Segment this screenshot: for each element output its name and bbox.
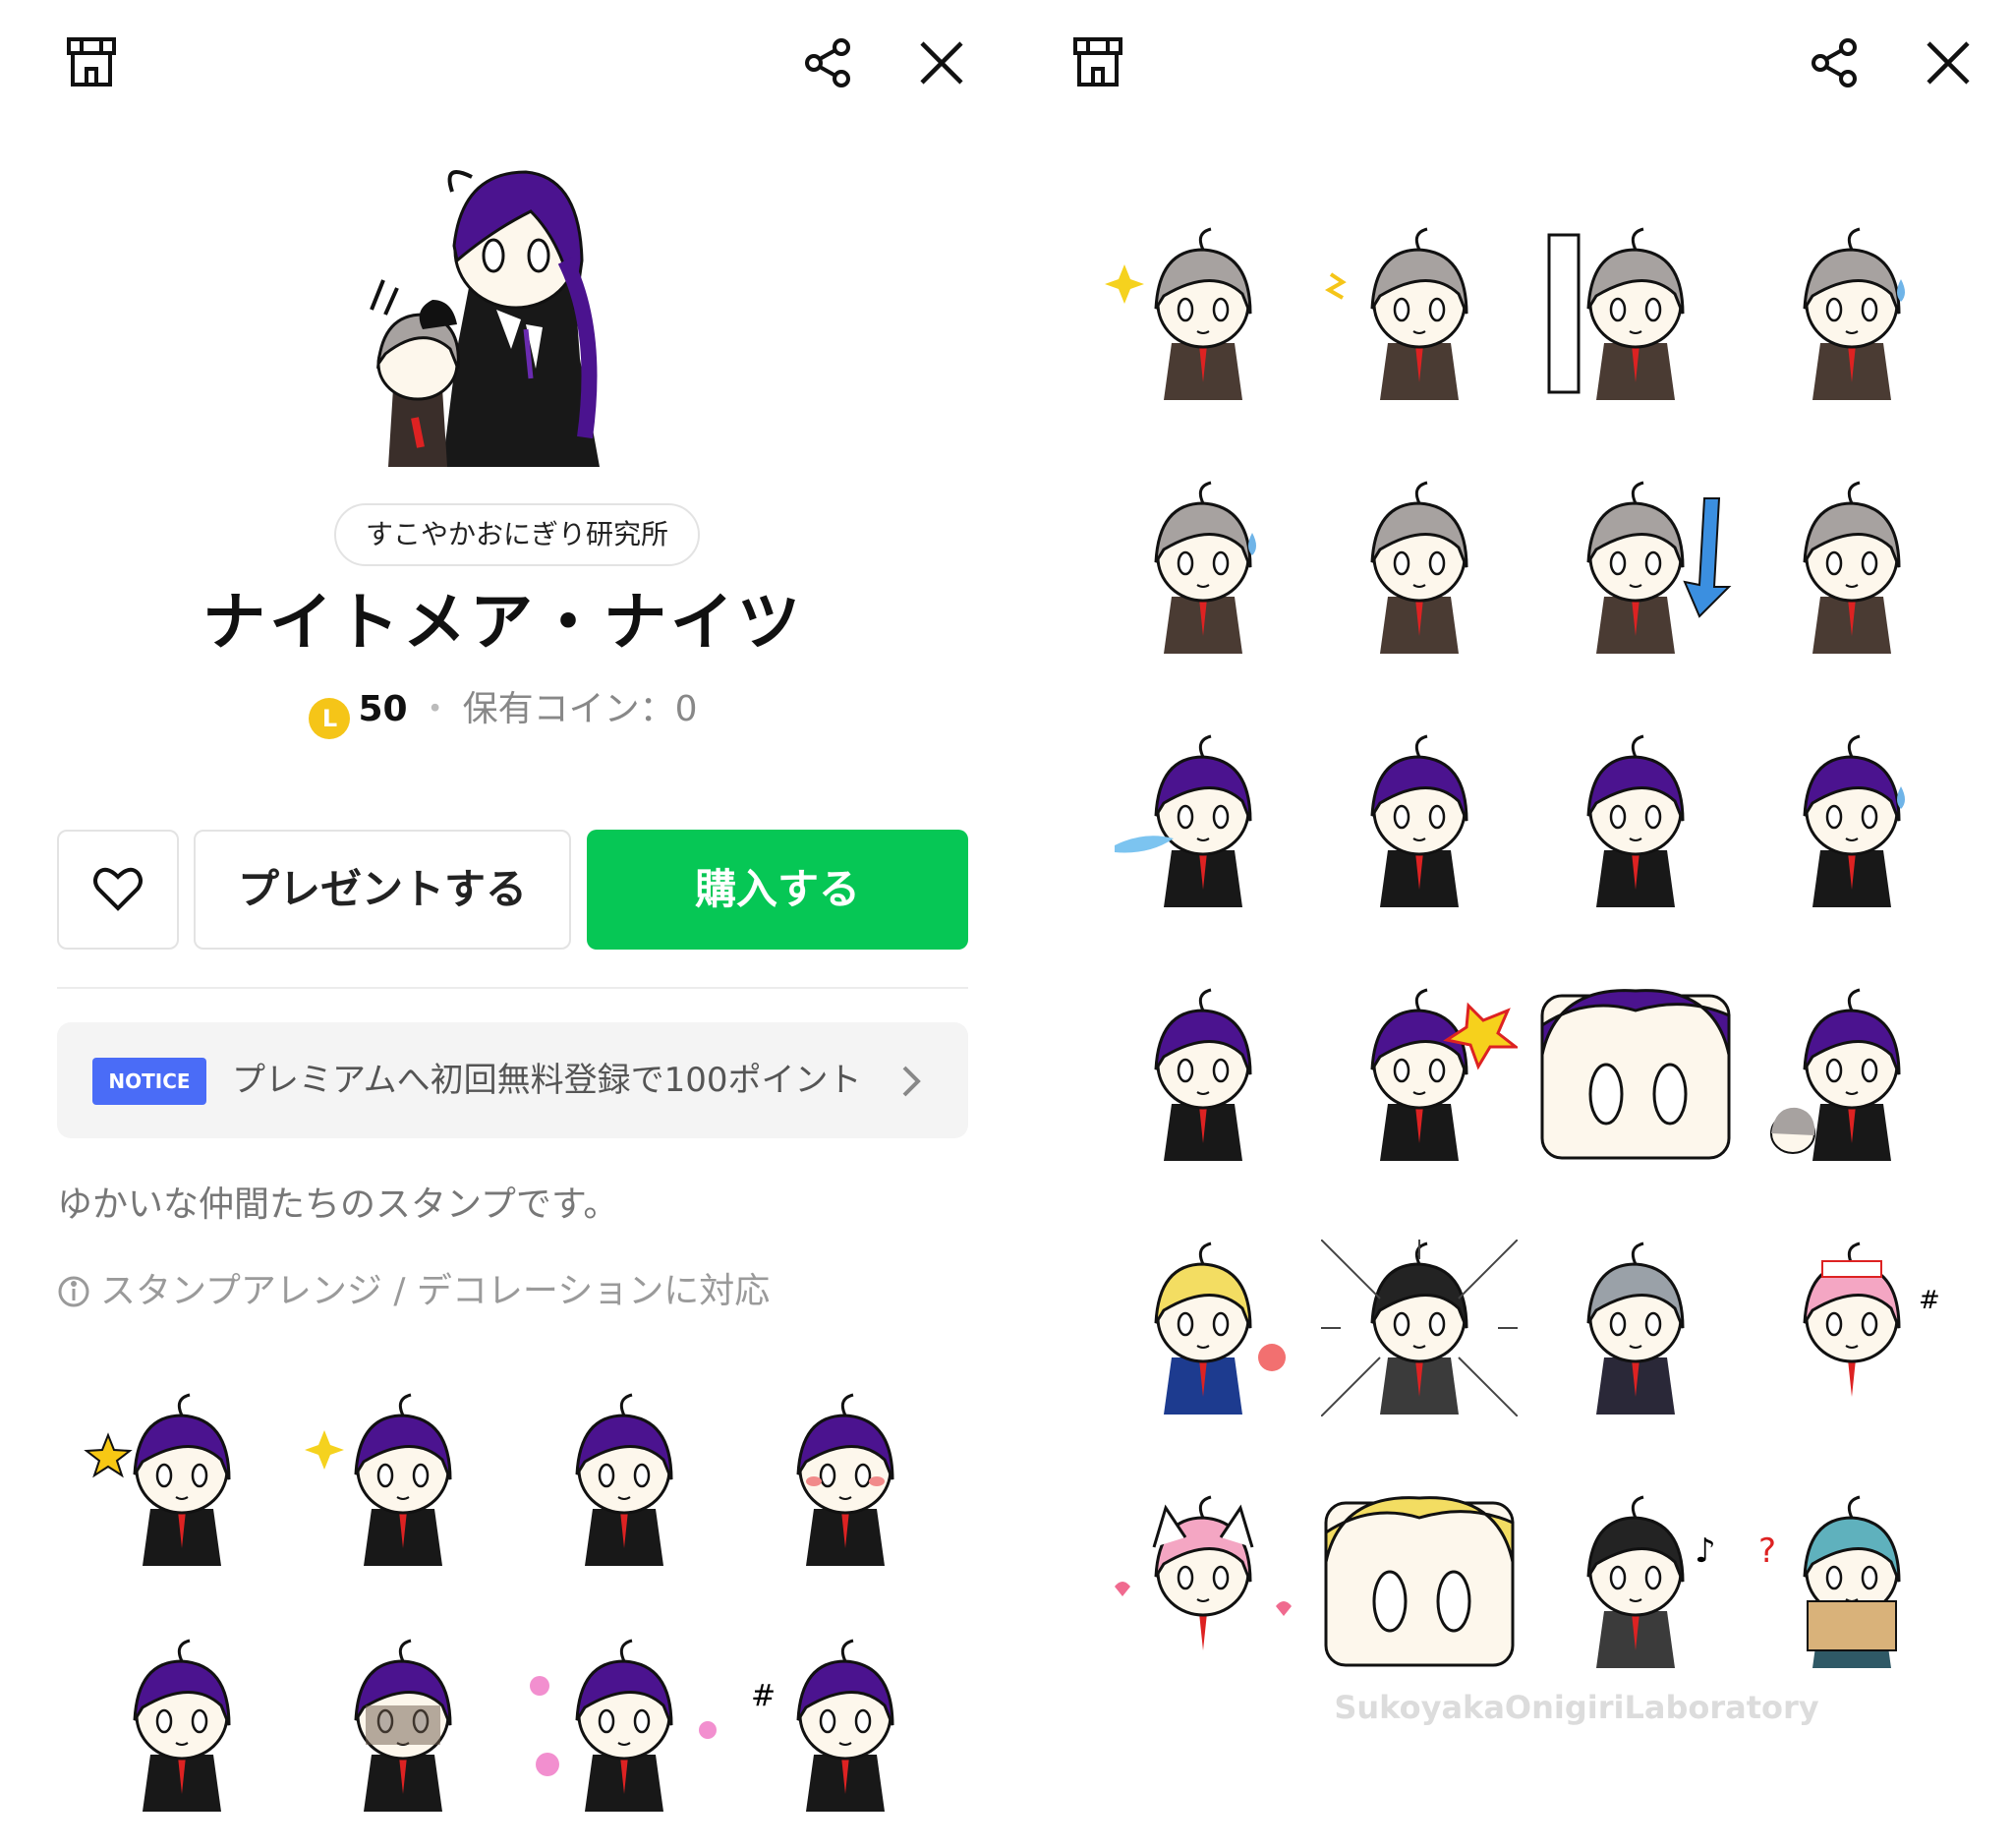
share-icon[interactable] — [1811, 37, 1860, 88]
share-icon[interactable] — [804, 37, 853, 88]
owned-coins: 保有コイン：0 — [462, 689, 698, 729]
svg-text:#: # — [751, 1679, 776, 1713]
svg-text:#: # — [1919, 1286, 1940, 1315]
chevron-right-icon — [900, 1064, 922, 1099]
page-title: ナイトメア・ナイツ — [202, 587, 804, 660]
list-sticker-1[interactable] — [1095, 187, 1311, 440]
list-sticker-13[interactable] — [1095, 948, 1311, 1201]
list-sticker-8[interactable] — [1744, 440, 1960, 694]
list-sticker-4[interactable] — [1744, 187, 1960, 440]
info-icon — [57, 1275, 90, 1308]
preview-sticker-4[interactable] — [734, 1357, 955, 1602]
list-sticker-16[interactable] — [1744, 948, 1960, 1201]
list-sticker-7[interactable] — [1527, 440, 1744, 694]
preview-sticker-3[interactable] — [513, 1357, 734, 1602]
list-sticker-18[interactable] — [1311, 1201, 1527, 1455]
list-sticker-9[interactable] — [1095, 694, 1311, 948]
list-sticker-5[interactable] — [1095, 440, 1311, 694]
notice-badge: NOTICE — [92, 1058, 206, 1105]
pack-description: ゆかいな仲間たちのスタンプです。 — [57, 1184, 619, 1225]
notice-banner[interactable]: NOTICE プレミアムへ初回無料登録で100ポイント… — [57, 1022, 968, 1138]
list-sticker-12[interactable] — [1744, 694, 1960, 948]
list-sticker-23[interactable]: ♪ — [1527, 1455, 1744, 1708]
sticker-grid-preview: # — [71, 1357, 955, 1848]
price-row: L 50 ・保有コイン：0 — [0, 680, 1006, 739]
author-link[interactable]: すこやかおにぎり研究所 — [334, 503, 701, 566]
price-amount: 50 — [358, 689, 408, 729]
list-sticker-17[interactable] — [1095, 1201, 1311, 1455]
main-sticker-image — [364, 152, 639, 467]
sticker-detail-panel: すこやかおにぎり研究所 ナイトメア・ナイツ L 50 ・保有コイン：0 プレゼントす… — [0, 0, 1006, 1812]
list-sticker-6[interactable] — [1311, 440, 1527, 694]
preview-sticker-8[interactable]: # — [734, 1602, 955, 1848]
list-sticker-11[interactable] — [1527, 694, 1744, 948]
preview-sticker-7[interactable] — [513, 1602, 734, 1848]
list-sticker-15[interactable] — [1527, 948, 1744, 1201]
feature-text: スタンプアレンジ / デコレーションに対応 — [100, 1271, 771, 1311]
list-sticker-21[interactable] — [1095, 1455, 1311, 1708]
line-coin-icon: L — [309, 698, 351, 739]
list-sticker-24[interactable]: ? — [1744, 1455, 1960, 1708]
sticker-grid-full: # ♪ ? — [1095, 187, 1960, 1708]
close-icon[interactable] — [918, 39, 965, 87]
buy-button[interactable]: 購入する — [587, 830, 968, 950]
watermark-text: SukoyakaOnigiriLaboratory — [1334, 1689, 1819, 1726]
preview-sticker-2[interactable] — [292, 1357, 513, 1602]
svg-text:♪: ♪ — [1695, 1531, 1716, 1571]
sticker-list-panel: # ♪ ? SukoyakaOnigiriLaboratory — [1006, 0, 2013, 1809]
list-sticker-10[interactable] — [1311, 694, 1527, 948]
list-sticker-19[interactable] — [1527, 1201, 1744, 1455]
favorite-button[interactable] — [57, 830, 179, 950]
list-sticker-20[interactable]: # — [1744, 1201, 1960, 1455]
shop-icon[interactable] — [1071, 35, 1124, 88]
notice-text: プレミアムへ初回無料登録で100ポイント… — [232, 1061, 861, 1100]
list-sticker-22[interactable] — [1311, 1455, 1527, 1708]
divider — [57, 987, 968, 989]
preview-sticker-5[interactable] — [71, 1602, 292, 1848]
preview-sticker-1[interactable] — [71, 1357, 292, 1602]
shop-icon[interactable] — [65, 35, 118, 88]
preview-sticker-6[interactable] — [292, 1602, 513, 1848]
heart-icon — [90, 861, 145, 916]
feature-note: スタンプアレンジ / デコレーションに対応 — [57, 1262, 770, 1313]
list-sticker-14[interactable] — [1311, 948, 1527, 1201]
gift-button[interactable]: プレゼントする — [194, 830, 571, 950]
list-sticker-2[interactable] — [1311, 187, 1527, 440]
list-sticker-3[interactable] — [1527, 187, 1744, 440]
svg-text:?: ? — [1758, 1531, 1776, 1571]
close-icon[interactable] — [1925, 39, 1972, 87]
price-separator: ・ — [417, 689, 453, 729]
